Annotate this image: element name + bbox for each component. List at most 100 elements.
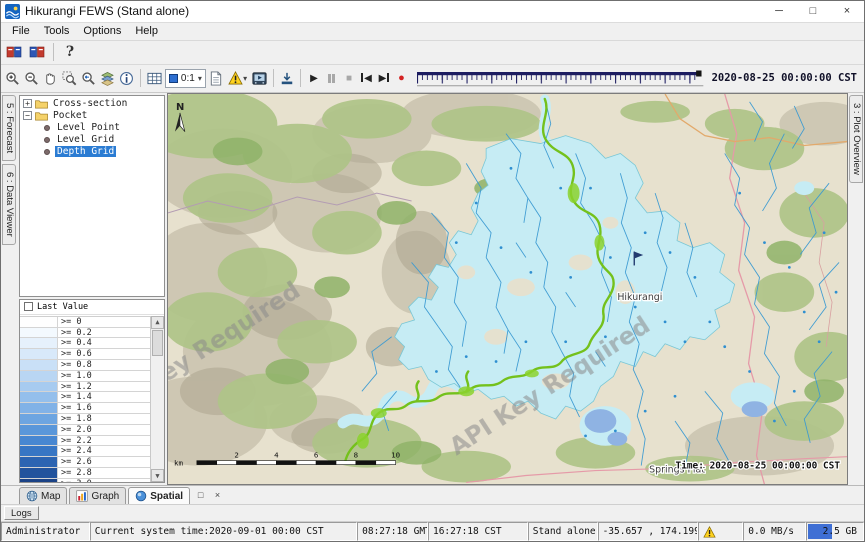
folder-icon — [35, 98, 48, 109]
profile-display-button[interactable] — [208, 68, 224, 88]
scale-value: 0:1 — [181, 73, 195, 84]
scale-select[interactable]: 0:1 ▾ — [165, 69, 206, 88]
menu-help[interactable]: Help — [128, 24, 165, 38]
chevron-down-icon: ▾ — [198, 74, 202, 83]
svg-text:10: 10 — [391, 450, 400, 459]
legend-panel: Last Value >= 0 >= 0.2 >= 0.4 >= 0.6 >= … — [19, 299, 165, 483]
status-memory: 2.5 GB — [806, 522, 864, 541]
minimize-icon[interactable]: ─ — [762, 1, 796, 22]
tab-spatial-label: Spatial — [150, 491, 183, 502]
legend-value: >= 1.6 — [58, 403, 150, 413]
legend-value: >= 0.6 — [58, 349, 150, 359]
zoom-out-icon — [24, 71, 39, 86]
record-icon: ● — [398, 72, 405, 84]
grid-display-button[interactable] — [146, 68, 163, 88]
legend-value: >= 0.4 — [58, 338, 150, 348]
legend-color-swatch — [20, 371, 58, 381]
menu-file[interactable]: File — [5, 24, 37, 38]
tree-item-cross-section[interactable]: + Cross-section — [22, 98, 164, 110]
tree-item-level-point[interactable]: Level Point — [22, 122, 164, 134]
map-viewport[interactable]: API Key Required API Key Required Hikura… — [167, 93, 848, 485]
legend-table: >= 0 >= 0.2 >= 0.4 >= 0.6 >= 0.8 >= 1.0 … — [20, 316, 150, 482]
legend-row: >= 0 — [20, 317, 150, 328]
import-data-button[interactable] — [4, 42, 24, 62]
legend-row: >= 2.8 — [20, 468, 150, 479]
stop-button[interactable]: ■ — [341, 69, 357, 87]
tree-item-level-grid[interactable]: Level Grid — [22, 134, 164, 146]
legend-color-swatch — [20, 349, 58, 359]
status-warning[interactable] — [698, 522, 743, 541]
layers-button[interactable] — [99, 68, 116, 88]
legend-value: >= 1.8 — [58, 414, 150, 424]
export-data-button[interactable] — [27, 42, 47, 62]
tab-data-viewer[interactable]: 6 : Data Viewer — [2, 164, 16, 245]
play-button[interactable]: ▶ — [306, 69, 322, 87]
globe-icon — [26, 490, 38, 502]
map-time-label: Time: 2020-08-25 00:00:00 CST — [676, 460, 841, 471]
title-bar[interactable]: Hikurangi FEWS (Stand alone) ─ □ × — [1, 1, 864, 23]
legend-color-swatch — [20, 338, 58, 348]
legend-value: >= 1.0 — [58, 371, 150, 381]
legend-color-swatch — [20, 328, 58, 338]
tree-item-pocket[interactable]: − Pocket — [22, 110, 164, 122]
zoom-box-button[interactable] — [61, 68, 78, 88]
scroll-down-icon[interactable]: ▼ — [151, 469, 164, 482]
skip-back-button[interactable]: ◀ — [359, 69, 375, 87]
skip-forward-button[interactable]: ▶ — [376, 69, 392, 87]
maximize-icon[interactable]: □ — [796, 1, 830, 22]
status-user: Administrator — [1, 522, 90, 541]
animation-button[interactable] — [251, 68, 268, 88]
menu-tools[interactable]: Tools — [37, 24, 77, 38]
legend-row: >= 2.6 — [20, 457, 150, 468]
panel-detach-icon[interactable]: □ — [194, 489, 207, 502]
panel-close-icon[interactable]: × — [211, 489, 224, 502]
zoom-previous-button[interactable] — [80, 68, 97, 88]
thresholds-button[interactable]: ▾ — [226, 68, 250, 88]
timeline-slider[interactable] — [417, 70, 703, 87]
tab-forecast[interactable]: 5 : Forecast — [2, 95, 16, 161]
record-button[interactable]: ● — [394, 69, 410, 87]
tab-plot-overview[interactable]: 3 : Plot Overview — [849, 95, 863, 183]
legend-value: >= 2.4 — [58, 446, 150, 456]
svg-text:N: N — [176, 102, 184, 113]
legend-row: >= 0.4 — [20, 338, 150, 349]
toolbar-separator — [273, 69, 274, 87]
tree-item-depth-grid[interactable]: Depth Grid — [22, 146, 164, 158]
svg-text:8: 8 — [354, 450, 358, 459]
data-viewer-panel: + Cross-section − Pocket Level Point — [17, 93, 167, 485]
toolbar-separator — [300, 69, 301, 87]
last-value-checkbox[interactable] — [24, 302, 33, 311]
download-icon — [280, 71, 294, 86]
scroll-up-icon[interactable]: ▲ — [151, 316, 164, 329]
memory-label: 2.5 GB — [823, 526, 859, 537]
legend-color-swatch — [20, 436, 58, 446]
info-button[interactable] — [118, 68, 135, 88]
zoom-in-button[interactable] — [4, 68, 21, 88]
map-canvas: API Key Required API Key Required Hikura… — [168, 94, 847, 484]
menu-options[interactable]: Options — [76, 24, 128, 38]
document-icon — [209, 71, 223, 86]
logs-button[interactable]: Logs — [4, 506, 39, 520]
pan-button[interactable] — [42, 68, 59, 88]
tab-graph[interactable]: Graph — [69, 487, 126, 504]
pause-button[interactable] — [324, 69, 340, 87]
scrollbar-thumb[interactable] — [152, 330, 163, 356]
legend-scrollbar[interactable]: ▲ ▼ — [150, 316, 164, 482]
main-toolbar: ? — [1, 41, 864, 65]
legend-value: >= 3.0 — [58, 479, 150, 483]
layer-tree: + Cross-section − Pocket Level Point — [19, 95, 165, 297]
collapse-icon[interactable]: − — [23, 111, 32, 120]
left-tab-strip: 5 : Forecast 6 : Data Viewer — [1, 93, 17, 485]
tab-map[interactable]: Map — [19, 487, 67, 504]
status-mode: Stand alone — [528, 522, 598, 541]
zoom-out-button[interactable] — [23, 68, 40, 88]
tab-spatial[interactable]: Spatial — [128, 487, 190, 504]
status-local-time: 16:27:18 CST — [428, 522, 528, 541]
tree-item-label: Pocket — [51, 110, 89, 121]
help-button[interactable]: ? — [60, 42, 80, 62]
save-display-button[interactable] — [279, 68, 295, 88]
grid-icon — [147, 71, 162, 86]
tab-map-label: Map — [41, 491, 60, 502]
expand-icon[interactable]: + — [23, 99, 32, 108]
close-icon[interactable]: × — [830, 1, 864, 22]
